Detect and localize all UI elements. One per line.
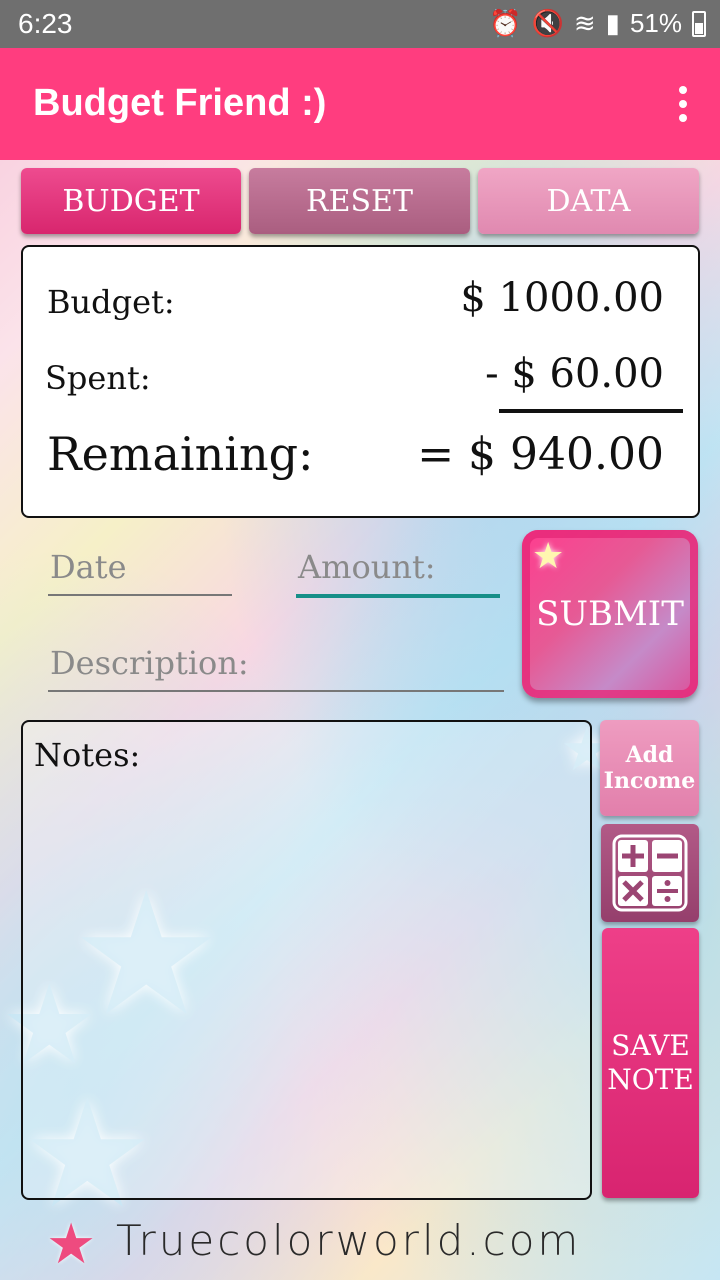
app-bar: Budget Friend :) — [0, 48, 720, 160]
notes-label: Notes: — [34, 736, 141, 774]
logo-star-icon: ★ — [46, 1212, 97, 1277]
budget-summary-card: Budget: $ 1000.00 Spent: - $ 60.00 Remai… — [21, 245, 700, 518]
status-icons: ⏰ 🔇 ≋ ▮ 51% — [489, 8, 706, 39]
description-placeholder: Description: — [50, 644, 249, 682]
footer-logo: ★ Truecolorworld.com — [40, 1212, 700, 1277]
spent-value: - $ 60.00 — [485, 351, 664, 397]
battery-percent: 51% — [629, 8, 682, 38]
description-underline — [48, 690, 504, 692]
amount-underline — [296, 594, 500, 598]
amount-input[interactable]: Amount: — [296, 548, 500, 598]
battery-icon — [692, 10, 706, 37]
date-underline — [48, 594, 232, 596]
wifi-icon: ≋ — [573, 8, 596, 38]
status-time: 6:23 — [18, 8, 73, 39]
budget-tab-button[interactable]: BUDGET — [21, 168, 241, 234]
save-note-button[interactable]: SAVE NOTE — [602, 928, 699, 1198]
remaining-label: Remaining: — [47, 427, 314, 481]
mute-icon: 🔇 — [531, 8, 564, 38]
calculator-button[interactable] — [601, 824, 699, 922]
budget-value: $ 1000.00 — [460, 275, 664, 321]
subtotal-divider — [499, 409, 683, 413]
reset-tab-button[interactable]: RESET — [249, 168, 470, 234]
date-placeholder: Date — [50, 548, 127, 586]
logo-text: Truecolorworld.com — [116, 1216, 582, 1265]
submit-button[interactable]: ★ SUBMIT — [522, 530, 698, 698]
date-input[interactable]: Date — [48, 548, 232, 596]
data-tab-button[interactable]: DATA — [478, 168, 699, 234]
more-vert-icon[interactable] — [676, 86, 690, 122]
notes-textarea[interactable]: Notes: — [21, 720, 592, 1200]
budget-label: Budget: — [47, 283, 175, 321]
add-income-button[interactable]: Add Income — [600, 720, 699, 816]
amount-placeholder: Amount: — [298, 548, 436, 586]
remaining-value: = $ 940.00 — [417, 429, 664, 480]
description-input[interactable]: Description: — [48, 644, 504, 692]
status-bar: 6:23 ⏰ 🔇 ≋ ▮ 51% — [0, 0, 720, 48]
submit-label: SUBMIT — [536, 594, 684, 634]
spent-label: Spent: — [45, 359, 151, 397]
sparkle-stars-icon: ★ — [532, 536, 565, 577]
signal-icon: ▮ — [605, 8, 620, 38]
alarm-icon: ⏰ — [489, 8, 522, 38]
calculator-icon — [612, 834, 688, 912]
app-title: Budget Friend :) — [33, 82, 327, 124]
